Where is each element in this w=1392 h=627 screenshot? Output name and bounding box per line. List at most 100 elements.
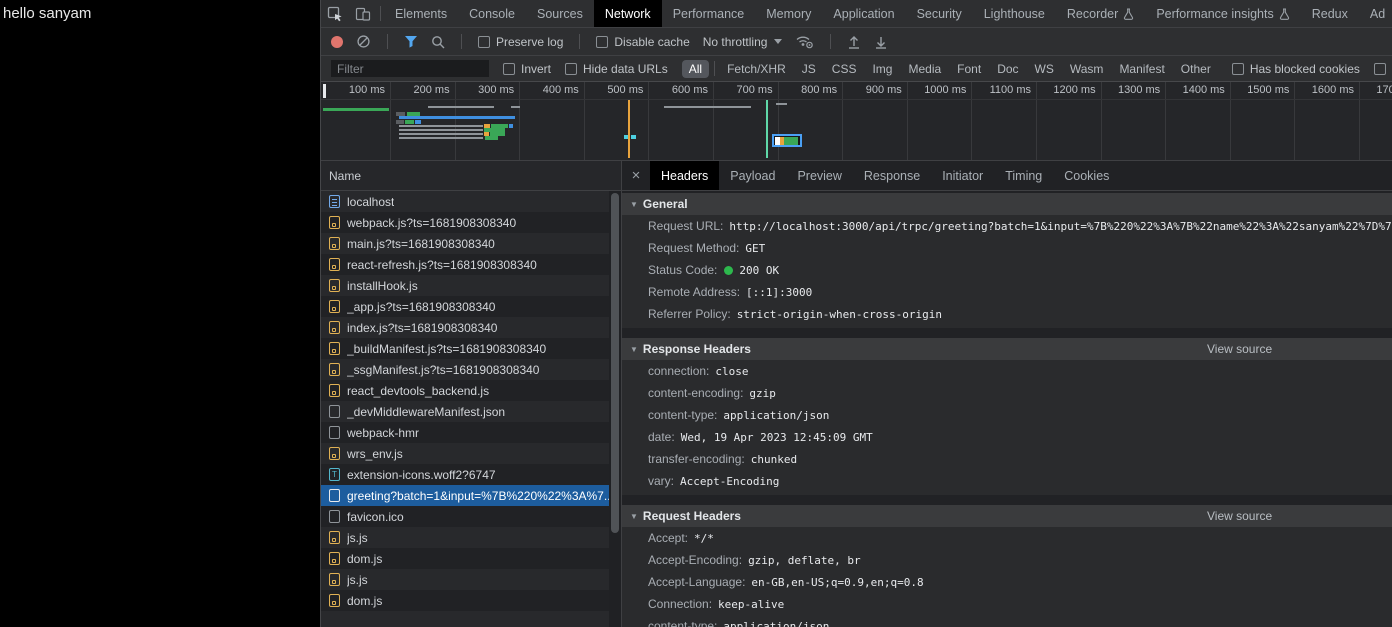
detail-tab-initiator[interactable]: Initiator: [931, 161, 994, 190]
request-row[interactable]: react_devtools_backend.js: [321, 380, 609, 401]
disclosure-triangle-icon: ▼: [630, 512, 638, 521]
tab-memory[interactable]: Memory: [755, 0, 822, 27]
filter-funnel-icon[interactable]: [404, 35, 418, 48]
checkbox-icon[interactable]: [1374, 63, 1386, 75]
section-response-headers: ▼Response HeadersView sourceconnection:c…: [622, 338, 1392, 495]
tab-redux[interactable]: Redux: [1301, 0, 1359, 27]
request-row[interactable]: webpack.js?ts=1681908308340: [321, 212, 609, 233]
timeline-tick-label: 800 ms: [777, 84, 837, 97]
status-ok-dot: [724, 266, 733, 275]
tab-recorder[interactable]: Recorder: [1056, 0, 1145, 27]
request-row[interactable]: favicon.ico: [321, 506, 609, 527]
detail-tab-cookies[interactable]: Cookies: [1053, 161, 1120, 190]
tab-sources[interactable]: Sources: [526, 0, 594, 27]
blocked-requests-checkbox[interactable]: Blocked Requests: [1374, 62, 1392, 76]
request-row[interactable]: _app.js?ts=1681908308340: [321, 296, 609, 317]
waterfall-bar: [399, 133, 483, 135]
network-overview-timeline[interactable]: 100 ms200 ms300 ms400 ms500 ms600 ms700 …: [321, 82, 1392, 161]
timeline-tick-label: 1400 ms: [1165, 84, 1225, 97]
checkbox-icon[interactable]: [478, 36, 490, 48]
close-details-button[interactable]: ×: [622, 161, 650, 190]
invert-checkbox[interactable]: Invert: [503, 62, 551, 76]
request-row[interactable]: _ssgManifest.js?ts=1681908308340: [321, 359, 609, 380]
disable-cache-checkbox[interactable]: Disable cache: [596, 35, 689, 49]
filter-pill-font[interactable]: Font: [950, 60, 988, 78]
detail-tab-payload[interactable]: Payload: [719, 161, 786, 190]
request-row[interactable]: webpack-hmr: [321, 422, 609, 443]
request-row[interactable]: wrs_env.js: [321, 443, 609, 464]
header-row: Accept-Language:en-GB,en-US;q=0.9,en;q=0…: [622, 571, 1392, 593]
filter-pill-ws[interactable]: WS: [1028, 60, 1061, 78]
export-har-icon[interactable]: [874, 35, 888, 49]
view-source-link[interactable]: View source: [1207, 342, 1272, 356]
request-row[interactable]: installHook.js: [321, 275, 609, 296]
filter-input[interactable]: [331, 60, 489, 77]
detail-tab-preview[interactable]: Preview: [786, 161, 852, 190]
request-row[interactable]: dom.js: [321, 548, 609, 569]
has-blocked-cookies-checkbox[interactable]: Has blocked cookies: [1232, 62, 1360, 76]
tab-console[interactable]: Console: [458, 0, 526, 27]
filter-pill-img[interactable]: Img: [865, 60, 899, 78]
filter-pill-manifest[interactable]: Manifest: [1112, 60, 1171, 78]
network-conditions-icon[interactable]: [795, 34, 814, 49]
filter-pill-js[interactable]: JS: [795, 60, 823, 78]
section-title: Response Headers: [643, 342, 751, 356]
requests-scrollbar[interactable]: [609, 191, 621, 627]
section-header-response-headers[interactable]: ▼Response HeadersView source: [622, 338, 1392, 360]
tab-label: Initiator: [942, 169, 983, 183]
detail-tab-headers[interactable]: Headers: [650, 161, 719, 190]
name-column-header[interactable]: Name: [321, 161, 621, 191]
script-icon: [329, 531, 340, 544]
section-header-general[interactable]: ▼General: [622, 193, 1392, 215]
tab-performance-insights[interactable]: Performance insights: [1145, 0, 1300, 27]
request-row[interactable]: Textension-icons.woff2?6747: [321, 464, 609, 485]
tab-elements[interactable]: Elements: [384, 0, 458, 27]
header-value: Accept-Encoding: [680, 475, 779, 488]
header-value: Wed, 19 Apr 2023 12:45:09 GMT: [681, 431, 873, 444]
tab-network[interactable]: Network: [594, 0, 662, 27]
request-row[interactable]: _devMiddlewareManifest.json: [321, 401, 609, 422]
tab-security[interactable]: Security: [906, 0, 973, 27]
device-toolbar-icon[interactable]: [349, 0, 377, 27]
record-network-log-button[interactable]: [331, 36, 343, 48]
search-icon[interactable]: [431, 35, 445, 49]
filter-pill-css[interactable]: CSS: [825, 60, 864, 78]
clear-network-log-icon[interactable]: [356, 34, 371, 49]
view-source-link[interactable]: View source: [1207, 509, 1272, 523]
preserve-log-checkbox[interactable]: Preserve log: [478, 35, 563, 49]
request-row[interactable]: main.js?ts=1681908308340: [321, 233, 609, 254]
overview-drag-handle[interactable]: [323, 84, 326, 98]
filter-pill-all[interactable]: All: [682, 60, 709, 78]
scrollbar-thumb[interactable]: [611, 193, 619, 533]
request-row[interactable]: js.js: [321, 527, 609, 548]
filter-pill-other[interactable]: Other: [1174, 60, 1218, 78]
request-row[interactable]: js.js: [321, 569, 609, 590]
filter-pill-media[interactable]: Media: [901, 60, 948, 78]
throttling-select[interactable]: No throttling: [703, 35, 783, 49]
request-row[interactable]: localhost: [321, 191, 609, 212]
hide-data-urls-checkbox[interactable]: Hide data URLs: [565, 62, 668, 76]
tab-lighthouse[interactable]: Lighthouse: [973, 0, 1056, 27]
timeline-tick-label: 1100 ms: [971, 84, 1031, 97]
filter-pill-wasm[interactable]: Wasm: [1063, 60, 1111, 78]
section-header-request-headers[interactable]: ▼Request HeadersView source: [622, 505, 1392, 527]
tab-application[interactable]: Application: [822, 0, 905, 27]
request-row[interactable]: index.js?ts=1681908308340: [321, 317, 609, 338]
request-row[interactable]: dom.js: [321, 590, 609, 611]
checkbox-icon[interactable]: [1232, 63, 1244, 75]
request-row[interactable]: react-refresh.js?ts=1681908308340: [321, 254, 609, 275]
inspect-element-icon[interactable]: [321, 0, 349, 27]
selected-request-marker: [772, 134, 802, 147]
checkbox-icon[interactable]: [596, 36, 608, 48]
checkbox-icon[interactable]: [503, 63, 515, 75]
tab-performance[interactable]: Performance: [662, 0, 756, 27]
checkbox-icon[interactable]: [565, 63, 577, 75]
tab-ad[interactable]: Ad: [1359, 0, 1392, 27]
request-row[interactable]: greeting?batch=1&input=%7B%220%22%3A%7..…: [321, 485, 609, 506]
detail-tab-response[interactable]: Response: [853, 161, 931, 190]
request-row[interactable]: _buildManifest.js?ts=1681908308340: [321, 338, 609, 359]
filter-pill-fetch-xhr[interactable]: Fetch/XHR: [720, 60, 793, 78]
filter-pill-doc[interactable]: Doc: [990, 60, 1025, 78]
import-har-icon[interactable]: [847, 35, 861, 49]
detail-tab-timing[interactable]: Timing: [994, 161, 1053, 190]
